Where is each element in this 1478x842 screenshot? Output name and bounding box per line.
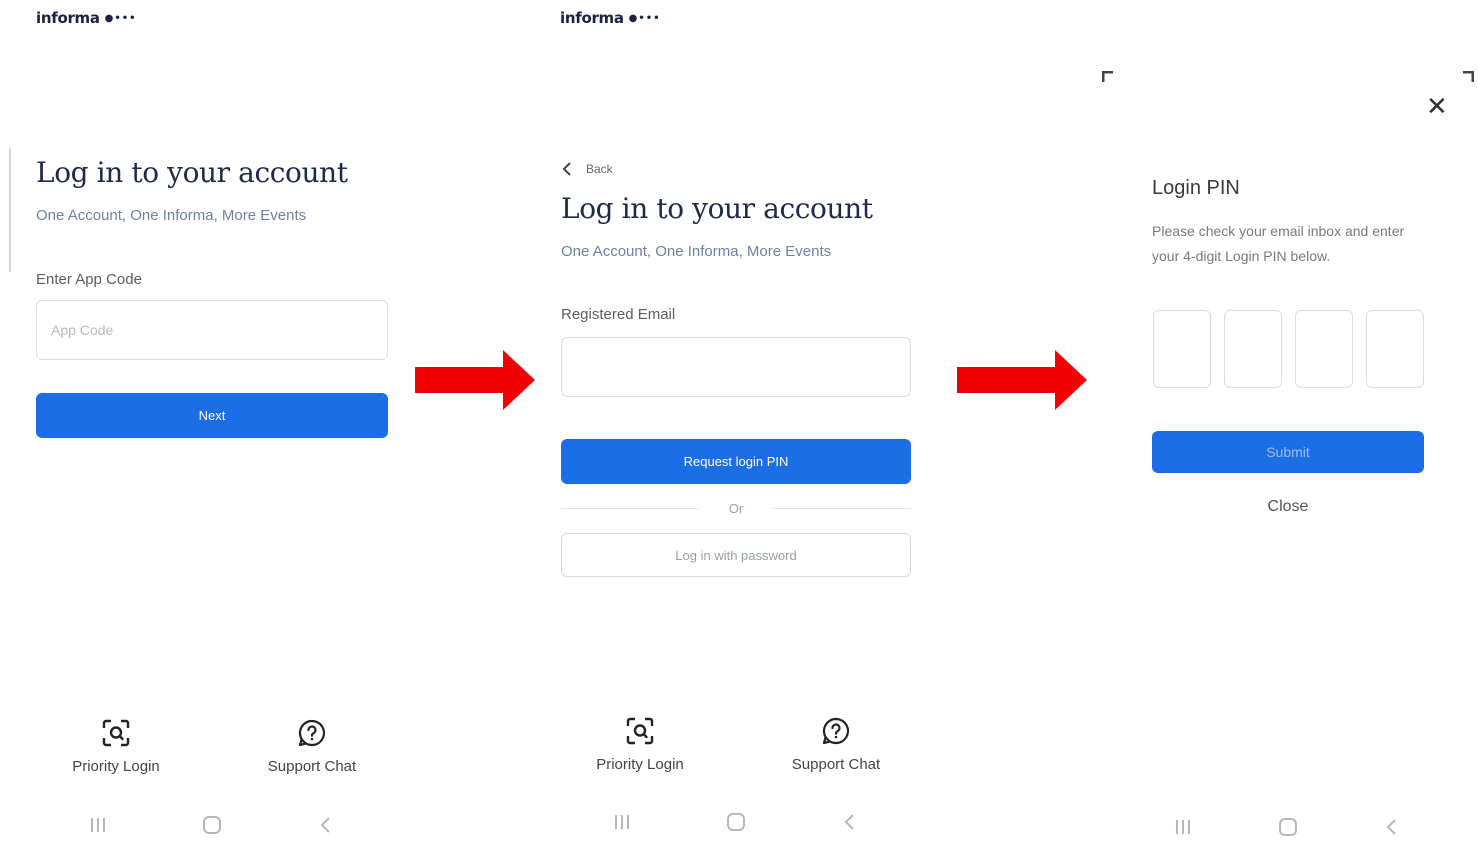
sheet-corner-left <box>1101 70 1114 88</box>
page-title: Log in to your account <box>36 156 348 189</box>
login-pin-title: Login PIN <box>1152 177 1240 199</box>
logo-dots: ●••• <box>628 13 661 24</box>
home-icon[interactable] <box>202 815 222 840</box>
informa-logo: informa ●••• <box>560 9 661 27</box>
registered-email-label: Registered Email <box>561 306 676 323</box>
pin-digit-4[interactable] <box>1366 310 1424 388</box>
home-icon[interactable] <box>726 812 746 837</box>
divider-left <box>561 508 699 509</box>
chat-question-icon <box>298 719 326 747</box>
chat-question-icon <box>822 717 850 745</box>
back-link[interactable]: Back <box>562 161 613 177</box>
close-button[interactable]: Close <box>1228 498 1348 516</box>
support-chat-button[interactable]: Support Chat <box>252 718 372 775</box>
next-button[interactable]: Next <box>36 393 388 438</box>
page-subtitle: One Account, One Informa, More Events <box>36 207 307 224</box>
login-with-password-button[interactable]: Log in with password <box>561 533 911 577</box>
pin-digit-2[interactable] <box>1224 310 1282 388</box>
priority-login-button[interactable]: Priority Login <box>56 718 176 775</box>
recent-apps-icon[interactable] <box>88 815 108 840</box>
sheet-corner-right <box>1462 70 1475 88</box>
pin-digit-2-input[interactable] <box>1225 311 1281 387</box>
pin-digit-1-input[interactable] <box>1154 311 1210 387</box>
edge-scroll-indicator <box>9 148 11 272</box>
app-code-field[interactable] <box>36 300 388 360</box>
app-code-label: Enter App Code <box>36 271 142 288</box>
page-title: Log in to your account <box>561 192 873 225</box>
page-subtitle: One Account, One Informa, More Events <box>561 243 832 260</box>
registered-email-input[interactable] <box>562 338 910 396</box>
request-login-pin-button[interactable]: Request login PIN <box>561 439 911 484</box>
recent-apps-icon[interactable] <box>1173 817 1193 842</box>
pin-digit-4-input[interactable] <box>1367 311 1423 387</box>
app-code-input[interactable] <box>37 301 387 359</box>
back-icon[interactable] <box>1382 817 1402 842</box>
login-pin-description: Please check your email inbox and enter … <box>1152 223 1405 264</box>
right-arrow-icon <box>415 350 535 410</box>
pin-digit-1[interactable] <box>1153 310 1211 388</box>
face-scan-icon <box>102 719 130 747</box>
support-chat-button[interactable]: Support Chat <box>776 716 896 773</box>
face-scan-icon <box>626 717 654 745</box>
home-icon[interactable] <box>1278 817 1298 842</box>
right-arrow-icon <box>957 350 1087 410</box>
or-separator: Or <box>728 501 744 516</box>
informa-logo: informa ●••• <box>36 9 137 27</box>
back-icon[interactable] <box>840 812 860 837</box>
pin-digit-3[interactable] <box>1295 310 1353 388</box>
close-icon[interactable]: ✕ <box>1426 94 1448 120</box>
pin-digit-3-input[interactable] <box>1296 311 1352 387</box>
registered-email-field[interactable] <box>561 337 911 397</box>
recent-apps-icon[interactable] <box>612 812 632 837</box>
logo-dots: ●••• <box>104 13 137 24</box>
priority-login-button[interactable]: Priority Login <box>580 716 700 773</box>
divider-right <box>771 508 911 509</box>
chevron-left-icon <box>562 162 571 176</box>
submit-button[interactable]: Submit <box>1152 431 1424 473</box>
back-icon[interactable] <box>316 815 336 840</box>
